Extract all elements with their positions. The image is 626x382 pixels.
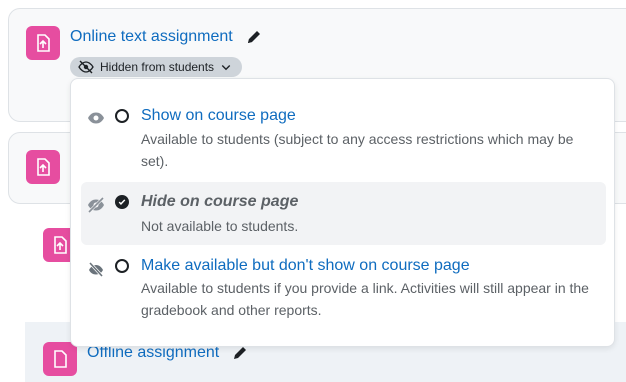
option-description: Available to students (subject to any ac…	[141, 131, 574, 169]
edit-title-pencil-icon[interactable]	[245, 28, 263, 46]
radio-button[interactable]	[115, 259, 129, 273]
option-title: Make available but don't show on course …	[141, 257, 470, 274]
assignment-upload-icon	[26, 26, 60, 60]
option-title: Show on course page	[141, 107, 296, 124]
eye-icon	[88, 112, 104, 124]
visibility-dropdown-menu: Show on course page Available to student…	[70, 78, 615, 347]
visibility-option-show[interactable]: Show on course page Available to student…	[81, 97, 606, 173]
option-description: Not available to students.	[141, 218, 299, 234]
eye-slash-icon	[87, 196, 105, 214]
eye-slash-icon	[78, 60, 94, 74]
checkmark-icon	[118, 199, 126, 205]
option-title: Hide on course page	[141, 193, 299, 210]
stealth-icon	[88, 261, 104, 278]
radio-button-checked[interactable]	[115, 195, 129, 209]
visibility-badge-button[interactable]: Hidden from students	[70, 57, 243, 77]
visibility-option-hide[interactable]: Hide on course page Not available to stu…	[81, 182, 606, 245]
assignment-upload-icon	[26, 150, 60, 184]
visibility-option-stealth[interactable]: Make available but don't show on course …	[81, 251, 606, 331]
option-description: Available to students if you provide a l…	[141, 280, 589, 318]
activity-title-link[interactable]: Online text assignment	[70, 28, 233, 46]
chevron-down-icon	[221, 65, 231, 71]
assignment-upload-icon	[43, 342, 77, 376]
radio-button[interactable]	[115, 109, 129, 123]
visibility-badge-label: Hidden from students	[100, 60, 215, 74]
